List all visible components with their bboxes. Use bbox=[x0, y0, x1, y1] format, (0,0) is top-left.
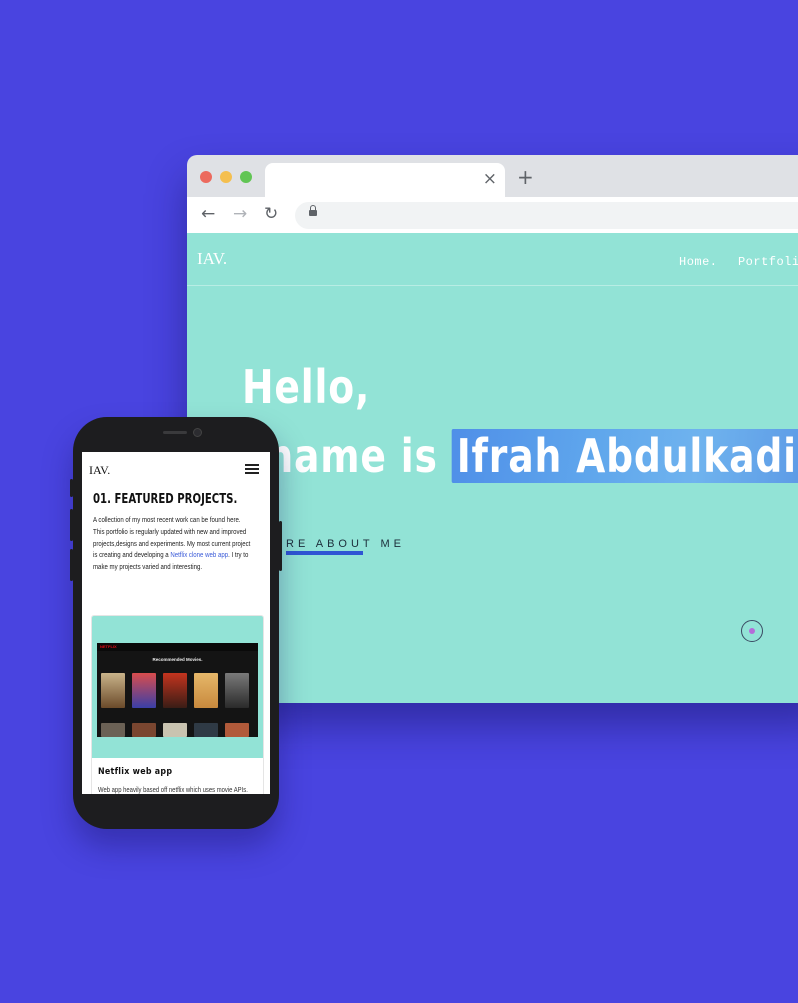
browser-tab[interactable]: × bbox=[265, 163, 505, 197]
site-nav: Home. Portfolio bbox=[679, 252, 798, 270]
phone-speaker bbox=[163, 431, 187, 434]
maximize-window-button[interactable] bbox=[240, 171, 252, 183]
close-tab-icon[interactable]: × bbox=[483, 169, 497, 189]
movie-poster bbox=[101, 723, 125, 737]
phone-screen: IAV. 01. FEATURED PROJECTS. A collection… bbox=[82, 452, 270, 794]
featured-projects-title: 01. FEATURED PROJECTS. bbox=[93, 492, 238, 507]
movie-poster bbox=[194, 723, 218, 737]
netflix-screenshot: NETFLIX Recommended Movies. bbox=[97, 643, 258, 737]
phone-mockup: IAV. 01. FEATURED PROJECTS. A collection… bbox=[70, 417, 282, 829]
hamburger-menu-icon[interactable] bbox=[245, 464, 259, 474]
site-logo[interactable]: IAV. bbox=[197, 249, 227, 269]
movie-poster bbox=[132, 673, 156, 708]
tab-bar: × + bbox=[187, 155, 798, 197]
close-window-button[interactable] bbox=[200, 171, 212, 183]
project-card-title: Netflix web app bbox=[98, 767, 173, 777]
movie-poster bbox=[101, 673, 125, 708]
more-about-me-link[interactable]: RE ABOUT ME bbox=[286, 538, 405, 550]
minimize-window-button[interactable] bbox=[220, 171, 232, 183]
netflix-heading: Recommended Movies. bbox=[152, 657, 203, 662]
netflix-clone-link[interactable]: Netflix clone web app bbox=[170, 550, 228, 559]
movie-poster bbox=[132, 723, 156, 737]
movie-poster bbox=[225, 723, 249, 737]
scroll-indicator-icon[interactable] bbox=[741, 620, 763, 642]
site-header: IAV. Home. Portfolio bbox=[187, 233, 798, 286]
cta-underline bbox=[286, 551, 363, 555]
featured-projects-description: A collection of my most recent work can … bbox=[93, 514, 253, 573]
forward-arrow-icon[interactable]: → bbox=[233, 204, 247, 224]
browser-toolbar: ← → ↻ bbox=[187, 197, 798, 233]
phone-power-button bbox=[279, 521, 282, 571]
reload-icon[interactable]: ↻ bbox=[264, 204, 278, 224]
movie-poster bbox=[163, 723, 187, 737]
hero-name-highlight: Ifrah Abdulkadi bbox=[451, 429, 798, 483]
project-card[interactable]: NETFLIX Recommended Movies. Netflix web … bbox=[91, 615, 264, 794]
movie-poster bbox=[194, 673, 218, 708]
mobile-site-logo[interactable]: IAV. bbox=[89, 463, 110, 478]
back-arrow-icon[interactable]: ← bbox=[201, 204, 215, 224]
lock-icon bbox=[309, 205, 317, 216]
nav-link-portfolio[interactable]: Portfolio bbox=[738, 255, 798, 269]
nav-link-home[interactable]: Home. bbox=[679, 255, 718, 269]
project-card-image: NETFLIX Recommended Movies. bbox=[92, 616, 263, 758]
phone-camera bbox=[193, 428, 202, 437]
phone-side-button bbox=[70, 479, 73, 497]
movie-poster bbox=[163, 673, 187, 708]
new-tab-icon[interactable]: + bbox=[517, 165, 534, 189]
phone-volume-up-button bbox=[70, 509, 73, 541]
hero-name-line: y name is Ifrah Abdulkadi bbox=[227, 429, 798, 483]
phone-volume-down-button bbox=[70, 549, 73, 581]
hero-greeting: Hello, bbox=[242, 360, 371, 414]
project-card-description: Web app heavily based off netflix which … bbox=[98, 785, 248, 794]
movie-poster bbox=[225, 673, 249, 708]
address-bar[interactable] bbox=[295, 202, 798, 229]
netflix-logo: NETFLIX bbox=[100, 644, 117, 649]
netflix-topbar: NETFLIX bbox=[97, 643, 258, 651]
